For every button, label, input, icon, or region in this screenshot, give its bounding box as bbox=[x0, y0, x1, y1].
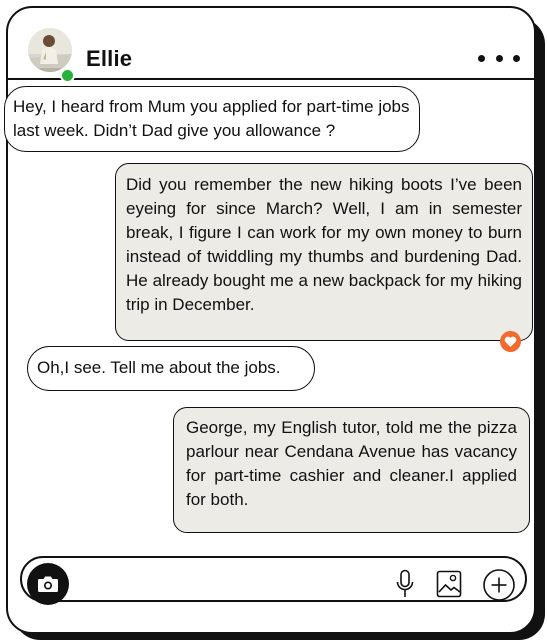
message-text: Did you remember the new hiking boots I’… bbox=[126, 175, 522, 314]
more-options-button[interactable] bbox=[478, 50, 520, 66]
camera-icon bbox=[37, 576, 59, 592]
camera-button[interactable] bbox=[27, 563, 69, 605]
message-bubble-incoming[interactable]: Hey, I heard from Mum you applied for pa… bbox=[4, 86, 420, 152]
message-bubble-outgoing[interactable]: Did you remember the new hiking boots I’… bbox=[115, 163, 533, 341]
microphone-icon bbox=[396, 569, 414, 597]
more-horizontal-icon-dot bbox=[495, 54, 503, 62]
image-icon bbox=[436, 570, 462, 598]
plus-icon bbox=[483, 569, 515, 601]
gallery-button[interactable] bbox=[435, 569, 463, 599]
chat-header: Ellie bbox=[8, 8, 534, 83]
more-horizontal-icon bbox=[478, 54, 485, 62]
more-horizontal-icon-dot bbox=[513, 54, 520, 62]
online-status-indicator bbox=[60, 68, 75, 83]
message-text: George, my English tutor, told me the pi… bbox=[186, 418, 517, 509]
microphone-button[interactable] bbox=[394, 568, 416, 600]
heart-reaction-icon[interactable] bbox=[500, 331, 521, 352]
message-text: Oh,I see. Tell me about the jobs. bbox=[37, 358, 281, 377]
message-bubble-outgoing[interactable]: George, my English tutor, told me the pi… bbox=[173, 407, 530, 533]
avatar[interactable] bbox=[28, 28, 72, 72]
contact-name: Ellie bbox=[86, 46, 133, 71]
message-bubble-incoming[interactable]: Oh,I see. Tell me about the jobs. bbox=[27, 346, 315, 391]
message-text: Hey, I heard from Mum you applied for pa… bbox=[13, 97, 410, 140]
add-attachment-button[interactable] bbox=[482, 568, 516, 602]
